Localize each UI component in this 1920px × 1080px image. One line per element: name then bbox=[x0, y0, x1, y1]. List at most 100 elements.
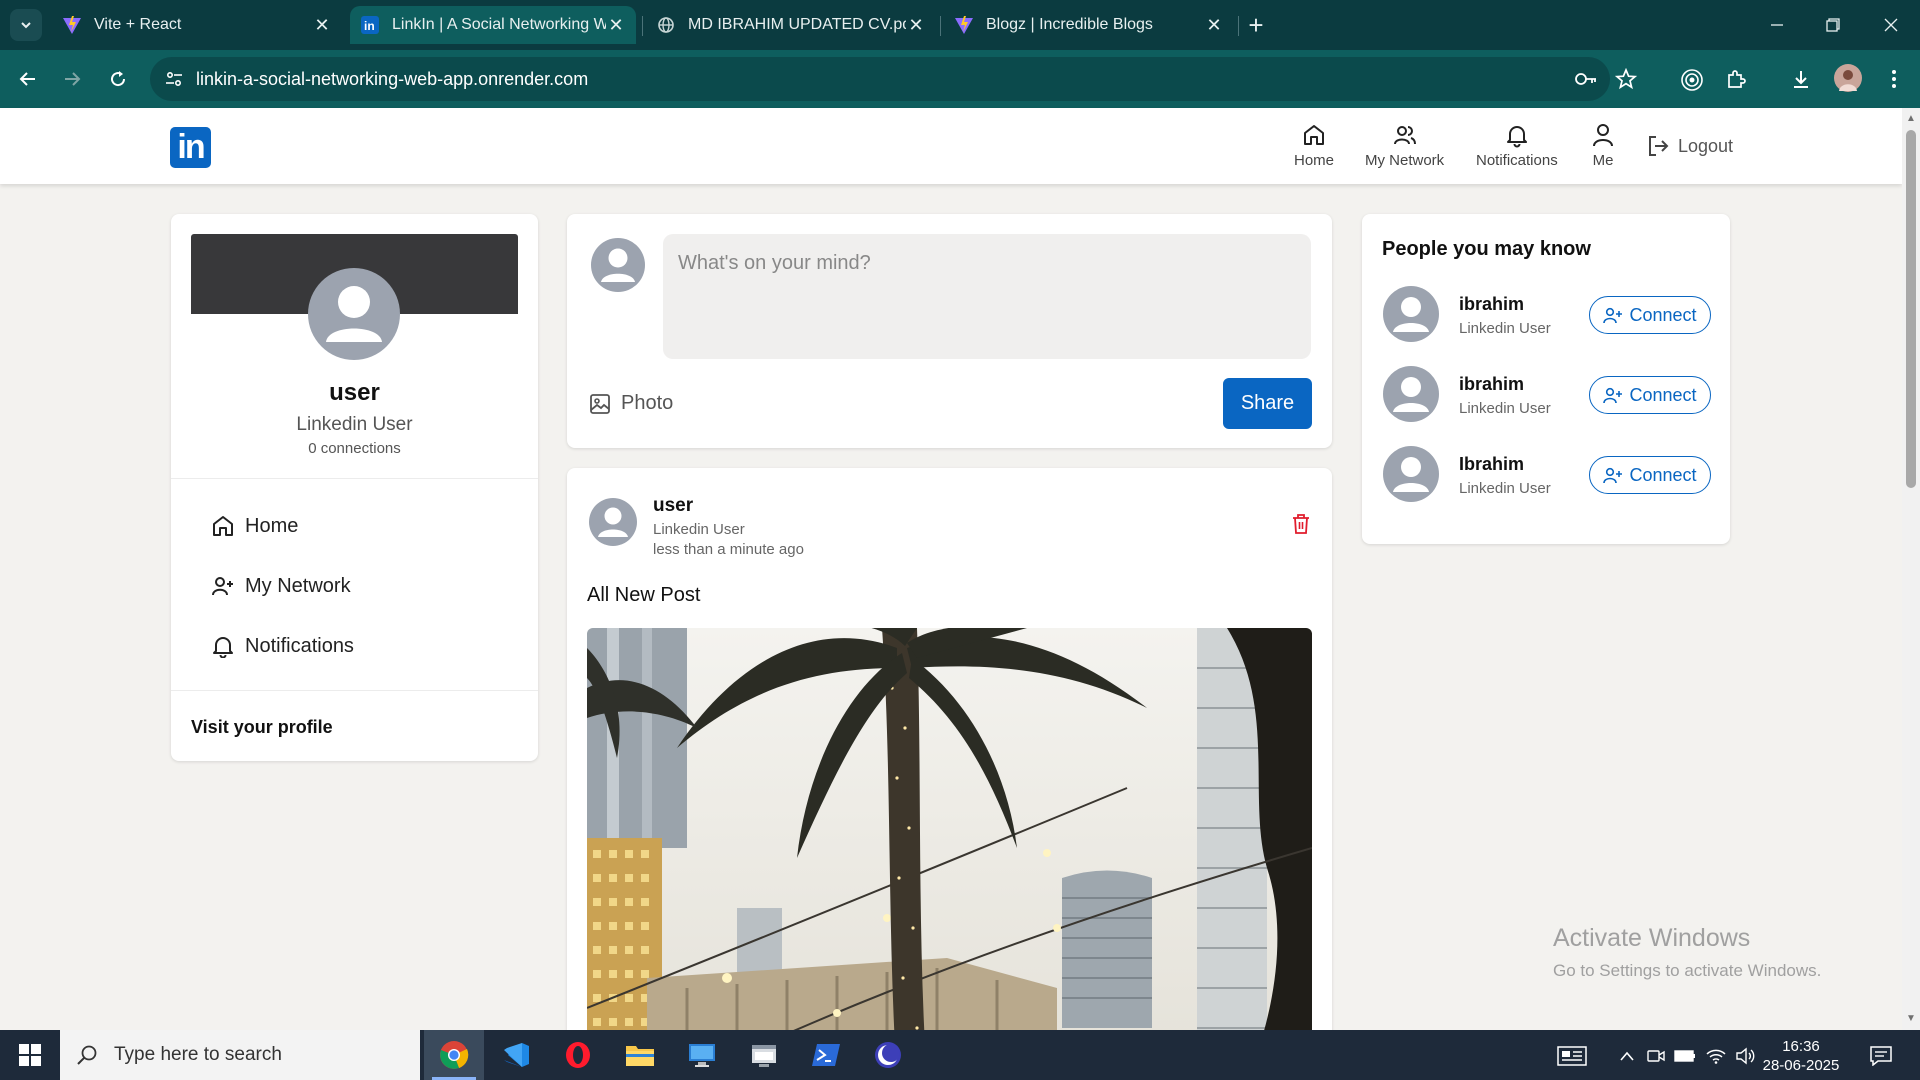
svg-text:in: in bbox=[364, 19, 375, 33]
nav-label: Home bbox=[1294, 152, 1335, 169]
vite-icon bbox=[954, 15, 974, 35]
tab-vite-react[interactable]: Vite + React ✕ bbox=[52, 6, 342, 44]
taskbar-app-window[interactable] bbox=[734, 1030, 794, 1080]
watermark-subtitle: Go to Settings to activate Windows. bbox=[1553, 961, 1822, 980]
default-avatar-icon bbox=[326, 286, 382, 342]
close-tab-icon[interactable]: ✕ bbox=[606, 15, 626, 35]
tab-title: Vite + React bbox=[94, 16, 182, 33]
battery-icon[interactable] bbox=[1674, 1045, 1696, 1067]
new-tab-button[interactable]: + bbox=[1243, 12, 1269, 39]
taskbar-file-explorer[interactable] bbox=[610, 1030, 670, 1080]
close-window-button[interactable] bbox=[1876, 10, 1906, 40]
taskbar-vscode[interactable] bbox=[486, 1030, 546, 1080]
extension-tracking-button[interactable] bbox=[1675, 63, 1709, 97]
restore-button[interactable] bbox=[1818, 10, 1848, 40]
browser-menu-button[interactable] bbox=[1880, 65, 1908, 93]
star-icon bbox=[1615, 68, 1637, 90]
sidebar-item-my-network[interactable]: My Network bbox=[211, 574, 351, 598]
connect-button[interactable]: Connect bbox=[1589, 296, 1711, 334]
taskbar-clock[interactable]: 16:36 28-06-2025 bbox=[1756, 1037, 1846, 1075]
close-tab-icon[interactable]: ✕ bbox=[906, 15, 926, 35]
site-info-icon[interactable] bbox=[164, 69, 184, 94]
person-name[interactable]: Ibrahim bbox=[1459, 454, 1524, 475]
logout-icon bbox=[1649, 136, 1669, 156]
minimize-button[interactable] bbox=[1762, 10, 1792, 40]
password-key-icon[interactable] bbox=[1574, 69, 1598, 94]
minimize-icon bbox=[1771, 24, 1783, 26]
wifi-icon[interactable] bbox=[1705, 1045, 1727, 1067]
restore-icon bbox=[1826, 18, 1840, 32]
delete-post-button[interactable] bbox=[1291, 513, 1311, 540]
post-author-headline: Linkedin User bbox=[653, 521, 745, 538]
scrollbar-thumb[interactable] bbox=[1906, 130, 1916, 488]
search-icon bbox=[77, 1045, 97, 1065]
post-image[interactable] bbox=[587, 628, 1312, 1080]
visit-profile-link[interactable]: Visit your profile bbox=[191, 717, 333, 738]
puzzle-icon bbox=[1728, 70, 1746, 88]
avatar[interactable] bbox=[589, 498, 637, 546]
share-button[interactable]: Share bbox=[1223, 378, 1312, 429]
taskbar-powershell[interactable] bbox=[796, 1030, 856, 1080]
post-author-name[interactable]: user bbox=[653, 495, 693, 517]
nav-home[interactable]: Home bbox=[1294, 122, 1334, 169]
globe-icon bbox=[656, 15, 676, 35]
sidebar-item-home[interactable]: Home bbox=[211, 514, 298, 538]
avatar[interactable] bbox=[1383, 366, 1439, 422]
address-bar[interactable]: linkin-a-social-networking-web-app.onren… bbox=[150, 57, 1610, 101]
url-text[interactable]: linkin-a-social-networking-web-app.onren… bbox=[196, 69, 588, 90]
connect-button[interactable]: Connect bbox=[1589, 456, 1711, 494]
nav-my-network[interactable]: My Network bbox=[1365, 122, 1444, 169]
avatar[interactable] bbox=[308, 268, 400, 360]
taskbar-opera[interactable] bbox=[548, 1030, 608, 1080]
photo-upload-button[interactable]: Photo bbox=[589, 392, 673, 415]
notification-center-icon[interactable] bbox=[1868, 1045, 1894, 1067]
bookmark-star-button[interactable] bbox=[1612, 65, 1640, 93]
back-button[interactable] bbox=[14, 65, 42, 93]
show-hidden-icons-icon[interactable] bbox=[1616, 1045, 1638, 1067]
tab-title: Blogz | Incredible Blogs bbox=[986, 16, 1153, 33]
clock-date: 28-06-2025 bbox=[1762, 1057, 1840, 1074]
nav-me[interactable]: Me bbox=[1590, 122, 1616, 169]
taskbar-search[interactable]: Type here to search bbox=[60, 1030, 420, 1080]
monitor-icon bbox=[689, 1044, 715, 1067]
default-avatar-icon bbox=[1393, 297, 1429, 332]
downloads-button[interactable] bbox=[1787, 65, 1815, 93]
nav-notifications[interactable]: Notifications bbox=[1476, 122, 1558, 169]
person-name[interactable]: ibrahim bbox=[1459, 294, 1524, 315]
linkedin-logo[interactable]: in bbox=[170, 127, 211, 168]
taskbar-chrome[interactable] bbox=[424, 1030, 484, 1080]
connect-label: Connect bbox=[1629, 304, 1697, 325]
tab-search-button[interactable] bbox=[10, 9, 42, 41]
start-button[interactable] bbox=[0, 1030, 60, 1080]
reload-button[interactable] bbox=[104, 65, 132, 93]
post-text-input[interactable] bbox=[663, 234, 1311, 359]
profile-name[interactable]: user bbox=[171, 379, 538, 407]
suggested-person: ibrahim Linkedin User Connect bbox=[1382, 286, 1711, 344]
people-icon bbox=[1393, 126, 1416, 145]
profile-avatar-button[interactable] bbox=[1834, 64, 1862, 92]
page-scrollbar[interactable]: ▲ ▼ bbox=[1902, 108, 1920, 1030]
scroll-down-icon[interactable]: ▼ bbox=[1905, 1014, 1917, 1024]
tab-cv-pdf[interactable]: MD IBRAHIM UPDATED CV.pdf ✕ bbox=[646, 6, 936, 44]
scroll-up-icon[interactable]: ▲ bbox=[1905, 114, 1917, 124]
taskbar-browser-app[interactable] bbox=[858, 1030, 918, 1080]
tab-linkin[interactable]: in LinkIn | A Social Networking We ✕ bbox=[350, 6, 636, 44]
close-tab-icon[interactable]: ✕ bbox=[312, 15, 332, 35]
avatar[interactable] bbox=[1383, 286, 1439, 342]
watermark-title: Activate Windows bbox=[1553, 924, 1751, 952]
extensions-button[interactable] bbox=[1722, 65, 1750, 93]
meet-now-icon[interactable] bbox=[1645, 1045, 1667, 1067]
sidebar-item-notifications[interactable]: Notifications bbox=[211, 634, 354, 658]
post-card: user Linkedin User less than a minute ag… bbox=[567, 468, 1332, 1080]
volume-icon[interactable] bbox=[1734, 1045, 1756, 1067]
avatar[interactable] bbox=[1383, 446, 1439, 502]
person-headline: Linkedin User bbox=[1459, 480, 1551, 497]
connect-button[interactable]: Connect bbox=[1589, 376, 1711, 414]
forward-button[interactable] bbox=[58, 65, 86, 93]
logout-button[interactable]: Logout bbox=[1646, 134, 1733, 158]
close-tab-icon[interactable]: ✕ bbox=[1204, 15, 1224, 35]
tab-blogz[interactable]: Blogz | Incredible Blogs ✕ bbox=[944, 6, 1234, 44]
taskbar-remote-desktop[interactable] bbox=[672, 1030, 732, 1080]
news-widget-icon[interactable] bbox=[1556, 1045, 1588, 1067]
person-name[interactable]: ibrahim bbox=[1459, 374, 1524, 395]
